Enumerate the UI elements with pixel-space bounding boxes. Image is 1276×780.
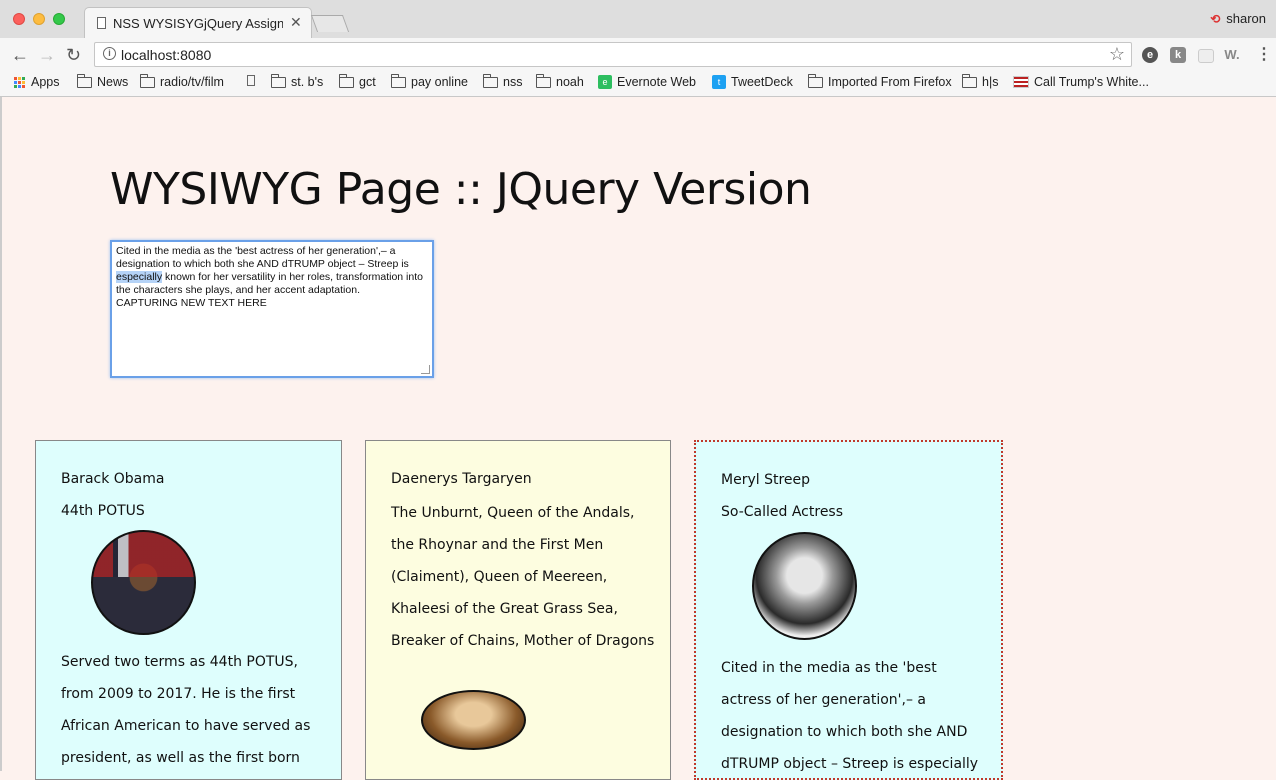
folder-icon — [808, 73, 823, 88]
card-title: 44th POTUS — [61, 503, 145, 519]
card-title: So-Called Actress — [721, 504, 844, 520]
bookmark-label: h|s — [982, 75, 999, 89]
avatar — [421, 690, 526, 750]
person-card-daenerys[interactable]: Daenerys Targaryen The Unburnt, Queen of… — [365, 440, 671, 780]
page-content: WYSIWYG Page :: JQuery Version Cited in … — [0, 97, 1276, 780]
bookmark-label: Apps — [31, 75, 60, 89]
flag-icon — [1013, 76, 1029, 88]
bookmark-label: Evernote Web — [617, 75, 696, 89]
bookmark-label: radio/tv/film — [160, 75, 224, 89]
bookmark-label: noah — [556, 75, 584, 89]
bookmarks-bar: Apps News radio/tv/film st. b's gct pay … — [0, 72, 1276, 97]
editor-text-after: known for her versatility in her roles, … — [116, 271, 426, 309]
bookmark-news[interactable]: News — [77, 73, 129, 89]
profile-icon: ⟲ — [1210, 12, 1221, 26]
bookmark-label: Imported From Firefox — [828, 75, 952, 89]
avatar — [752, 532, 857, 640]
tab-active[interactable]: NSS WYSISYGjQuery Assignm ✕ — [84, 7, 312, 38]
resize-handle[interactable] — [421, 365, 430, 374]
browser-toolbar: ← → ↻ i localhost:8080 ☆ e k W. ⋮ — [0, 38, 1276, 72]
card-title: The Unburnt, Queen of the Andals, the Rh… — [391, 505, 655, 649]
bookmark-apps[interactable]: Apps — [14, 75, 60, 89]
address-bar[interactable]: i localhost:8080 ☆ — [94, 42, 1132, 67]
reload-icon[interactable]: ↻ — [66, 45, 81, 66]
url-text: localhost:8080 — [121, 47, 212, 63]
folder-icon — [77, 73, 92, 88]
new-tab-button[interactable] — [310, 15, 350, 32]
bookmark-tweetdeck[interactable]: t TweetDeck — [712, 75, 793, 89]
card-name: Barack Obama — [61, 471, 165, 487]
bookmark-hls[interactable]: h|s — [962, 73, 999, 89]
w-extension-icon[interactable]: W. — [1224, 47, 1240, 63]
bookmark-page[interactable] — [247, 75, 255, 86]
bookmark-radio-tv-film[interactable]: radio/tv/film — [140, 73, 224, 89]
folder-icon — [140, 73, 155, 88]
person-card-streep[interactable]: Meryl Streep So-Called Actress Cited in … — [694, 440, 1003, 780]
bookmark-label: pay online — [411, 75, 468, 89]
bookmark-label: nss — [503, 75, 523, 89]
profile-name: sharon — [1226, 11, 1266, 26]
apps-grid-icon — [14, 76, 25, 88]
card-bio: Served two terms as 44th POTUS, from 200… — [61, 654, 311, 766]
zoom-window-button[interactable] — [53, 13, 65, 25]
bookmark-st-bs[interactable]: st. b's — [271, 73, 324, 89]
bookmark-gct[interactable]: gct — [339, 73, 376, 89]
editor-selection: especially — [116, 271, 163, 283]
editor-text-before: Cited in the media as the 'best actress … — [116, 245, 412, 270]
bookmark-evernote-web[interactable]: e Evernote Web — [598, 75, 696, 89]
bookmark-pay-online[interactable]: pay online — [391, 73, 468, 89]
bookmark-label: gct — [359, 75, 376, 89]
bookmark-imported-from-firefox[interactable]: Imported From Firefox — [808, 73, 952, 89]
forward-arrow-icon[interactable]: → — [38, 45, 56, 66]
person-card-obama[interactable]: Barack Obama 44th POTUS Served two terms… — [35, 440, 342, 780]
tweetdeck-icon: t — [712, 75, 726, 89]
folder-icon — [339, 73, 354, 88]
info-icon[interactable]: i — [103, 47, 116, 60]
tab-title: NSS WYSISYGjQuery Assignm — [113, 16, 283, 31]
avatar — [91, 530, 196, 635]
profile-button[interactable]: ⟲ sharon — [1210, 11, 1266, 26]
extension-icon[interactable]: k — [1170, 47, 1186, 63]
bookmark-nss[interactable]: nss — [483, 73, 523, 89]
evernote-extension-icon[interactable]: e — [1142, 47, 1158, 63]
tab-close-icon[interactable]: ✕ — [290, 14, 302, 31]
editor-text[interactable]: Cited in the media as the 'best actress … — [116, 245, 430, 310]
folder-icon — [536, 73, 551, 88]
browser-tab-strip: NSS WYSISYGjQuery Assignm ✕ ⟲ sharon — [0, 0, 1276, 38]
bookmark-label: Call Trump's White... — [1034, 75, 1149, 89]
folder-icon — [483, 73, 498, 88]
folder-icon — [391, 73, 406, 88]
document-icon — [97, 17, 106, 29]
folder-icon — [271, 73, 286, 88]
minimize-window-button[interactable] — [33, 13, 45, 25]
evernote-icon: e — [598, 75, 612, 89]
menu-icon[interactable]: ⋮ — [1256, 44, 1272, 64]
back-arrow-icon[interactable]: ← — [11, 45, 29, 66]
folder-icon — [962, 73, 977, 88]
bookmark-call-trump[interactable]: Call Trump's White... — [1013, 75, 1149, 89]
close-window-button[interactable] — [13, 13, 25, 25]
bookmark-label: News — [97, 75, 129, 89]
bookmark-label: st. b's — [291, 75, 324, 89]
text-editor[interactable]: Cited in the media as the 'best actress … — [110, 240, 434, 378]
bookmark-noah[interactable]: noah — [536, 73, 584, 89]
card-bio: Cited in the media as the 'best actress … — [721, 660, 979, 772]
page-title: WYSIWYG Page :: JQuery Version — [110, 164, 812, 215]
page-icon — [247, 75, 255, 86]
window-extension-icon[interactable] — [1198, 49, 1214, 63]
bookmark-label: TweetDeck — [731, 75, 793, 89]
card-name: Meryl Streep — [721, 472, 811, 488]
bookmark-star-icon[interactable]: ☆ — [1109, 44, 1125, 65]
card-name: Daenerys Targaryen — [391, 471, 532, 487]
